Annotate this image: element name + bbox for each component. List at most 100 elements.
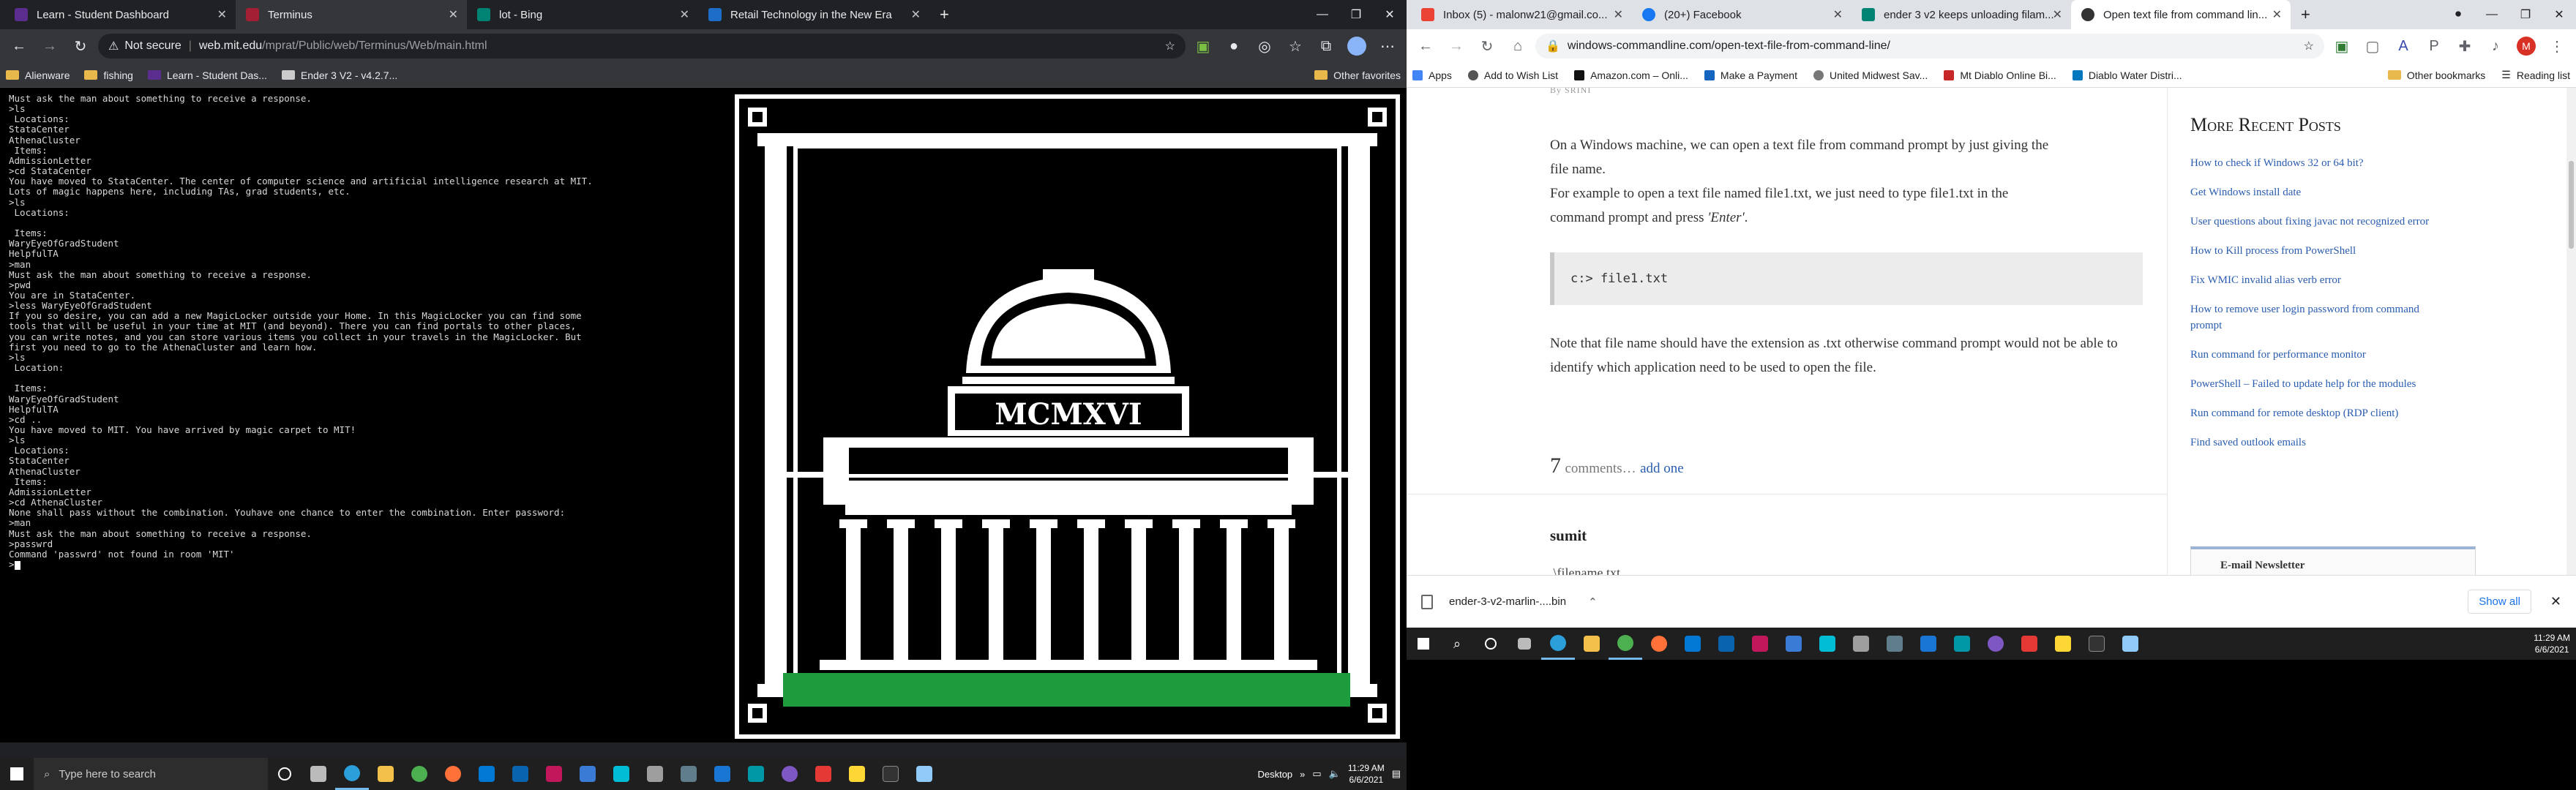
new-tab-button[interactable]: + (2291, 0, 2320, 29)
extension-icon[interactable]: ● (1221, 33, 1247, 59)
app-icon[interactable] (1777, 628, 1811, 660)
bookmark-ender3[interactable]: Ender 3 V2 - v4.2.7... (281, 69, 397, 81)
post-link[interactable]: Fix WMIC invalid alias verb error (2190, 272, 2439, 288)
collections-icon[interactable]: ⧉ (1313, 33, 1339, 59)
file-explorer-icon[interactable] (369, 758, 402, 790)
post-link[interactable]: Run command for performance monitor (2190, 347, 2439, 363)
app-icon[interactable] (705, 758, 739, 790)
star-icon[interactable]: ☆ (1165, 39, 1175, 53)
app-icon[interactable] (1979, 628, 2012, 660)
file-explorer-icon[interactable] (1575, 628, 1609, 660)
chevron-up-icon[interactable]: » (1300, 769, 1305, 780)
app-icon[interactable] (739, 758, 773, 790)
chevron-up-icon[interactable]: ⌃ (1588, 595, 1598, 609)
app-icon[interactable] (638, 758, 672, 790)
show-all-button[interactable]: Show all (2468, 590, 2531, 614)
tab-learn-dashboard[interactable]: Learn - Student Dashboard ✕ (4, 0, 236, 29)
star-icon[interactable]: ☆ (2304, 39, 2314, 53)
task-view-icon[interactable] (1508, 628, 1541, 660)
chrome-icon[interactable] (402, 758, 436, 790)
back-icon[interactable]: ← (1412, 33, 1439, 59)
terminal-icon[interactable] (2080, 628, 2113, 660)
outlook-icon[interactable] (503, 758, 537, 790)
app-icon[interactable] (1743, 628, 1777, 660)
app-icon[interactable] (1945, 628, 1979, 660)
app-icon[interactable] (773, 758, 806, 790)
extension-icon[interactable]: ▣ (2329, 33, 2355, 59)
post-link[interactable]: How to remove user login password from c… (2190, 301, 2439, 334)
extension-icon[interactable]: P (2421, 33, 2447, 59)
tab-ender3[interactable]: ender 3 v2 keeps unloading filam... ✕ (1852, 0, 2071, 29)
forward-icon[interactable]: → (1443, 33, 1469, 59)
app-icon[interactable] (806, 758, 840, 790)
address-bar[interactable]: ⚠ Not secure | web.mit.edu /mprat/Public… (98, 34, 1186, 59)
back-icon[interactable]: ← (6, 33, 32, 59)
app-icon[interactable] (1811, 628, 1844, 660)
reading-list[interactable]: ☰ Reading list (2501, 69, 2570, 81)
post-link[interactable]: Run command for remote desktop (RDP clie… (2190, 405, 2439, 421)
bookmark-learn[interactable]: Learn - Student Das... (147, 69, 267, 81)
cortana-icon[interactable] (268, 758, 302, 790)
taskbar-clock[interactable]: 11:29 AM 6/6/2021 (2534, 632, 2570, 655)
close-icon[interactable]: ✕ (680, 7, 689, 22)
taskbar-search[interactable]: ⌕ Type here to search (34, 758, 268, 790)
close-icon[interactable]: ✕ (911, 7, 921, 22)
bookmark-apps[interactable]: Apps (1412, 69, 1452, 81)
profile-avatar[interactable]: M (2513, 33, 2539, 59)
bookmark-wishlist[interactable]: Add to Wish List (1467, 69, 1558, 81)
bookmark-united-midwest[interactable]: United Midwest Sav... (1813, 69, 1928, 81)
new-tab-button[interactable]: + (929, 0, 959, 29)
extension-icon[interactable]: ◎ (1251, 33, 1278, 59)
post-link[interactable]: PowerShell – Failed to update help for t… (2190, 376, 2439, 392)
mail-icon[interactable] (470, 758, 503, 790)
close-icon[interactable]: ✕ (2053, 7, 2062, 22)
vscode-icon[interactable] (1912, 628, 1945, 660)
app-icon[interactable] (840, 758, 874, 790)
outlook-icon[interactable] (1710, 628, 1743, 660)
edge-icon[interactable] (1541, 628, 1575, 660)
edge-icon[interactable] (335, 758, 369, 790)
minimize-button[interactable]: — (2475, 0, 2509, 29)
close-icon[interactable]: ✕ (1614, 7, 1623, 22)
app-icon[interactable] (2046, 628, 2080, 660)
post-link[interactable]: Find saved outlook emails (2190, 434, 2439, 451)
maximize-button[interactable]: ❐ (1339, 0, 1373, 29)
close-icon[interactable]: ✕ (217, 7, 227, 22)
home-icon[interactable]: ⌂ (1505, 33, 1531, 59)
post-link[interactable]: How to Kill process from PowerShell (2190, 243, 2439, 259)
camera-icon[interactable] (1878, 628, 1912, 660)
close-icon[interactable]: ✕ (1833, 7, 1843, 22)
bookmark-fishing[interactable]: fishing (84, 69, 133, 81)
tab-terminus[interactable]: Terminus ✕ (236, 0, 467, 29)
close-window-button[interactable]: ✕ (2542, 0, 2576, 29)
address-bar[interactable]: 🔒 windows-commandline.com/open-text-file… (1535, 34, 2324, 59)
firefox-icon[interactable] (1642, 628, 1676, 660)
minimize-button[interactable]: — (1306, 0, 1339, 29)
volume-icon[interactable]: 🔈 (1329, 768, 1341, 780)
left-horizontal-scrollbar[interactable] (0, 742, 1407, 758)
post-link[interactable]: User questions about fixing javac not re… (2190, 214, 2439, 230)
favorites-icon[interactable]: ☆ (1282, 33, 1308, 59)
other-favorites[interactable]: Other favorites (1314, 69, 1401, 81)
post-link[interactable]: Get Windows install date (2190, 184, 2439, 200)
cortana-icon[interactable] (1474, 628, 1508, 660)
tab-bing[interactable]: lot - Bing ✕ (467, 0, 698, 29)
record-icon[interactable]: ⏺ (2441, 0, 2475, 29)
menu-icon[interactable]: ⋯ (1374, 33, 1401, 59)
download-filename[interactable]: ender-3-v2-marlin-....bin (1449, 595, 1566, 608)
start-button[interactable] (0, 758, 34, 790)
task-view-icon[interactable] (302, 758, 335, 790)
tab-facebook[interactable]: (20+) Facebook ✕ (1632, 0, 1852, 29)
search-icon[interactable]: ⌕ (1440, 628, 1474, 660)
extension-icon[interactable]: ▢ (2359, 33, 2386, 59)
bookmark-payment[interactable]: Make a Payment (1704, 69, 1797, 81)
maximize-button[interactable]: ❐ (2509, 0, 2542, 29)
start-button[interactable] (1407, 628, 1440, 660)
add-comment-link[interactable]: add one (1640, 461, 1684, 476)
terminal-output[interactable]: Must ask the man about something to rece… (0, 88, 728, 742)
bookmark-mt-diablo[interactable]: Mt Diablo Online Bi... (1944, 69, 2056, 81)
extensions-puzzle-icon[interactable]: ✚ (2452, 33, 2478, 59)
profile-avatar[interactable] (1344, 33, 1370, 59)
terminal-icon[interactable] (874, 758, 907, 790)
close-icon[interactable]: ✕ (2272, 7, 2282, 22)
